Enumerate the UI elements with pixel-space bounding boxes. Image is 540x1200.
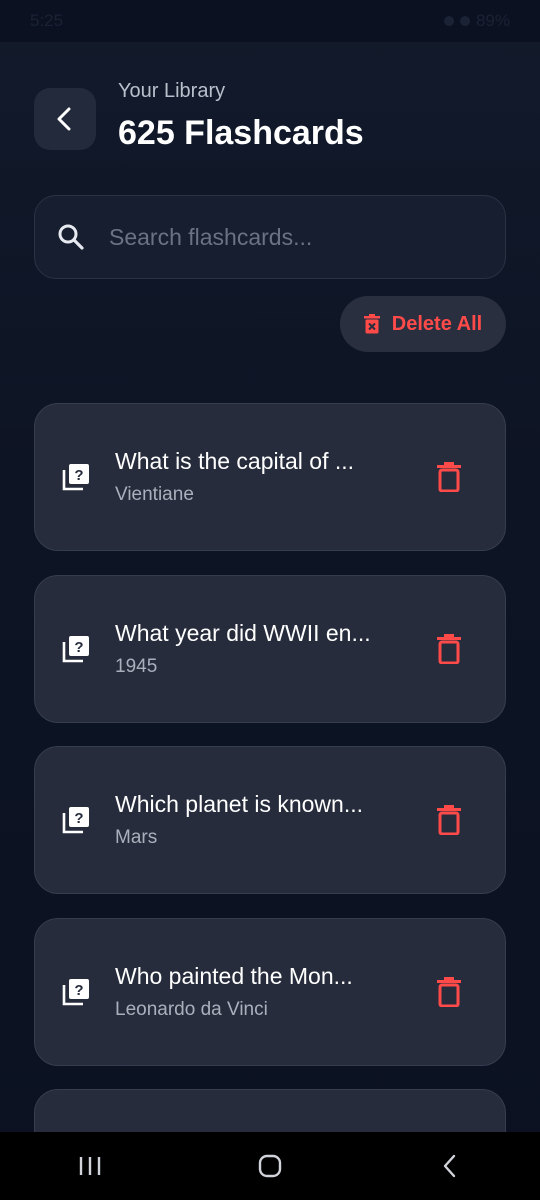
system-back-button[interactable] bbox=[430, 1146, 470, 1186]
recent-apps-icon bbox=[79, 1157, 101, 1175]
trash-icon[interactable] bbox=[435, 462, 463, 492]
home-button[interactable] bbox=[250, 1146, 290, 1186]
trash-icon[interactable] bbox=[435, 805, 463, 835]
signal-icon bbox=[459, 16, 470, 26]
battery-percentage: 89% bbox=[475, 11, 510, 30]
chevron-left-icon bbox=[57, 107, 71, 131]
trash-icon[interactable] bbox=[435, 634, 463, 664]
delete-all-label: Delete All bbox=[391, 312, 483, 335]
svg-text:?: ? bbox=[74, 982, 83, 999]
flashcard-question: What is the capital of ... bbox=[115, 448, 355, 474]
flashcard-answer: Leonardo da Vinci bbox=[115, 999, 268, 1020]
flashcard-answer: Vientiane bbox=[115, 484, 194, 505]
back-arrow-icon bbox=[443, 1154, 456, 1178]
flashcard-item[interactable]: ? What year did WWII en... 1945 bbox=[34, 575, 506, 723]
recent-apps-button[interactable] bbox=[70, 1146, 110, 1186]
flashcard-question: Who painted the Mon... bbox=[115, 963, 353, 989]
flashcard-question: What year did WWII en... bbox=[115, 620, 371, 646]
status-time: 5:25 bbox=[30, 11, 64, 30]
search-icon bbox=[58, 224, 84, 250]
flashcard-question: Which planet is known... bbox=[115, 791, 364, 817]
trash-icon[interactable] bbox=[435, 977, 463, 1007]
flashcard-question-icon: ? bbox=[62, 464, 89, 491]
flashcard-item[interactable]: ? Who painted the Mon... Leonardo da Vin… bbox=[34, 918, 506, 1066]
trash-x-icon bbox=[363, 314, 380, 334]
svg-text:?: ? bbox=[74, 810, 83, 827]
search-input[interactable] bbox=[109, 223, 505, 251]
flashcard-answer: Mars bbox=[115, 827, 158, 848]
wifi-icon bbox=[443, 16, 454, 26]
flashcard-question-icon: ? bbox=[62, 636, 89, 663]
svg-text:?: ? bbox=[74, 467, 83, 484]
flashcard-item[interactable]: ? Which planet is known... Mars bbox=[34, 746, 506, 894]
page-title: 625 Flashcards bbox=[118, 114, 364, 152]
system-navigation-bar bbox=[0, 1132, 540, 1200]
flashcard-question-icon: ? bbox=[62, 979, 89, 1006]
back-button[interactable] bbox=[34, 88, 96, 150]
search-bar[interactable] bbox=[34, 195, 506, 279]
status-icons: 89% bbox=[443, 11, 510, 31]
header-subtitle: Your Library bbox=[118, 80, 226, 102]
home-icon bbox=[258, 1154, 282, 1178]
delete-all-button[interactable]: Delete All bbox=[340, 296, 506, 352]
flashcard-question-icon: ? bbox=[62, 807, 89, 834]
svg-text:?: ? bbox=[74, 639, 83, 656]
status-bar: 5:25 89% bbox=[0, 0, 540, 42]
flashcard-answer: 1945 bbox=[115, 656, 158, 677]
flashcard-library-screen: 5:25 89% Your Library 625 Flashcards Del… bbox=[0, 0, 540, 1200]
flashcard-item[interactable]: ? What is the capital of ... Vientiane bbox=[34, 403, 506, 551]
